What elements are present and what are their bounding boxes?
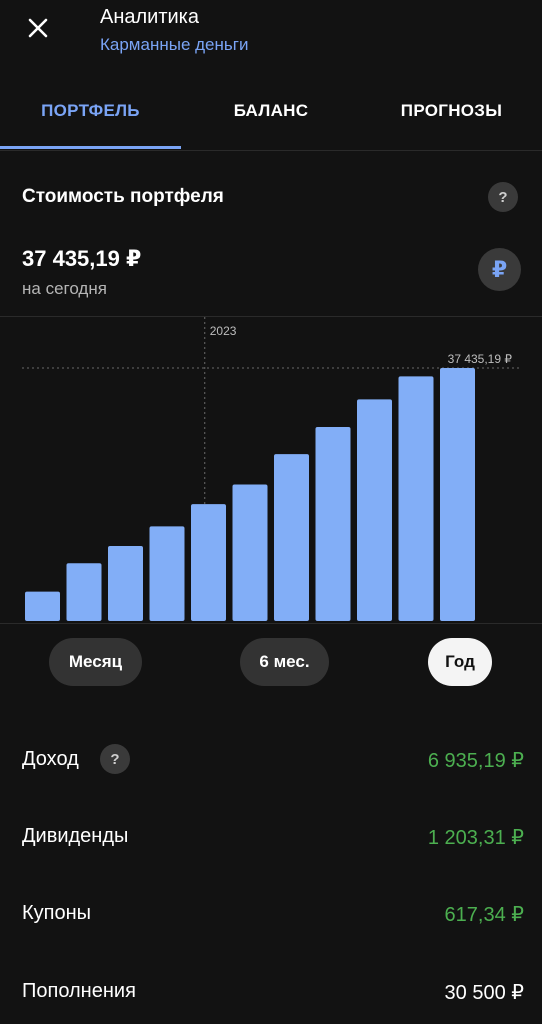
year-label: 2023	[210, 324, 237, 338]
stat-label: Купоны	[22, 902, 92, 924]
chart-bar[interactable]	[191, 504, 226, 621]
portfolio-help-button[interactable]: ?	[488, 182, 518, 212]
stat-label: Пополнения	[22, 980, 136, 1002]
chart-bar[interactable]	[274, 454, 309, 621]
period-month-button[interactable]: Месяц	[49, 638, 142, 686]
chart-bar[interactable]	[108, 545, 143, 621]
tab-bar: ПОРТФЕЛЬ БАЛАНС ПРОГНОЗЫ	[0, 84, 542, 151]
chart-bar[interactable]	[66, 563, 102, 621]
currency-switch-button[interactable]: ₽	[478, 248, 521, 291]
period-year-button[interactable]: Год	[428, 638, 492, 686]
stat-value: 1 203,31 ₽	[427, 827, 524, 849]
tab-forecasts[interactable]: ПРОГНОЗЫ	[361, 84, 542, 144]
reference-line-label: 37 435,19 ₽	[448, 352, 513, 366]
stat-row-coupons: Купоны 617,34 ₽	[22, 894, 524, 934]
income-help-button[interactable]: ?	[100, 744, 130, 774]
portfolio-value: 37 435,19 ₽	[22, 246, 142, 271]
question-icon: ?	[110, 750, 120, 768]
chart-bar[interactable]	[440, 368, 475, 621]
tab-balance[interactable]: БАЛАНС	[181, 84, 361, 144]
stat-value: 6 935,19 ₽	[427, 750, 524, 772]
chart-bar[interactable]	[357, 399, 392, 621]
period-6-months-button[interactable]: 6 мес.	[240, 638, 329, 686]
portfolio-name[interactable]: Карманные деньги	[100, 35, 248, 55]
portfolio-value-caption: на сегодня	[22, 279, 107, 298]
close-button[interactable]	[18, 8, 58, 48]
ruble-icon: ₽	[491, 256, 508, 282]
stat-row-dividends: Дивиденды 1 203,31 ₽	[22, 817, 524, 857]
stat-value: 617,34 ₽	[444, 904, 524, 926]
tab-portfolio[interactable]: ПОРТФЕЛЬ	[0, 84, 181, 144]
stat-row-deposits: Пополнения 30 500 ₽	[22, 972, 524, 1012]
stat-value: 30 500 ₽	[444, 982, 524, 1004]
chart-bar[interactable]	[232, 484, 268, 621]
close-icon	[28, 18, 48, 38]
page-title: Аналитика	[100, 6, 199, 28]
stat-label: Доход	[22, 748, 79, 770]
active-tab-indicator	[0, 146, 181, 149]
chart-bar[interactable]	[315, 427, 351, 621]
stat-label: Дивиденды	[22, 825, 129, 847]
question-icon: ?	[498, 188, 508, 206]
stat-row-income: Доход ? 6 935,19 ₽	[22, 740, 524, 780]
portfolio-chart[interactable]: 37 435,19 ₽ 2023	[0, 316, 542, 624]
app-header: Аналитика Карманные деньги	[0, 0, 542, 70]
chart-bar[interactable]	[149, 526, 185, 621]
bar-chart-svg: 37 435,19 ₽ 2023	[22, 317, 520, 621]
chart-bar[interactable]	[398, 376, 434, 621]
section-title: Стоимость портфеля	[22, 186, 224, 207]
chart-bar[interactable]	[25, 591, 60, 621]
